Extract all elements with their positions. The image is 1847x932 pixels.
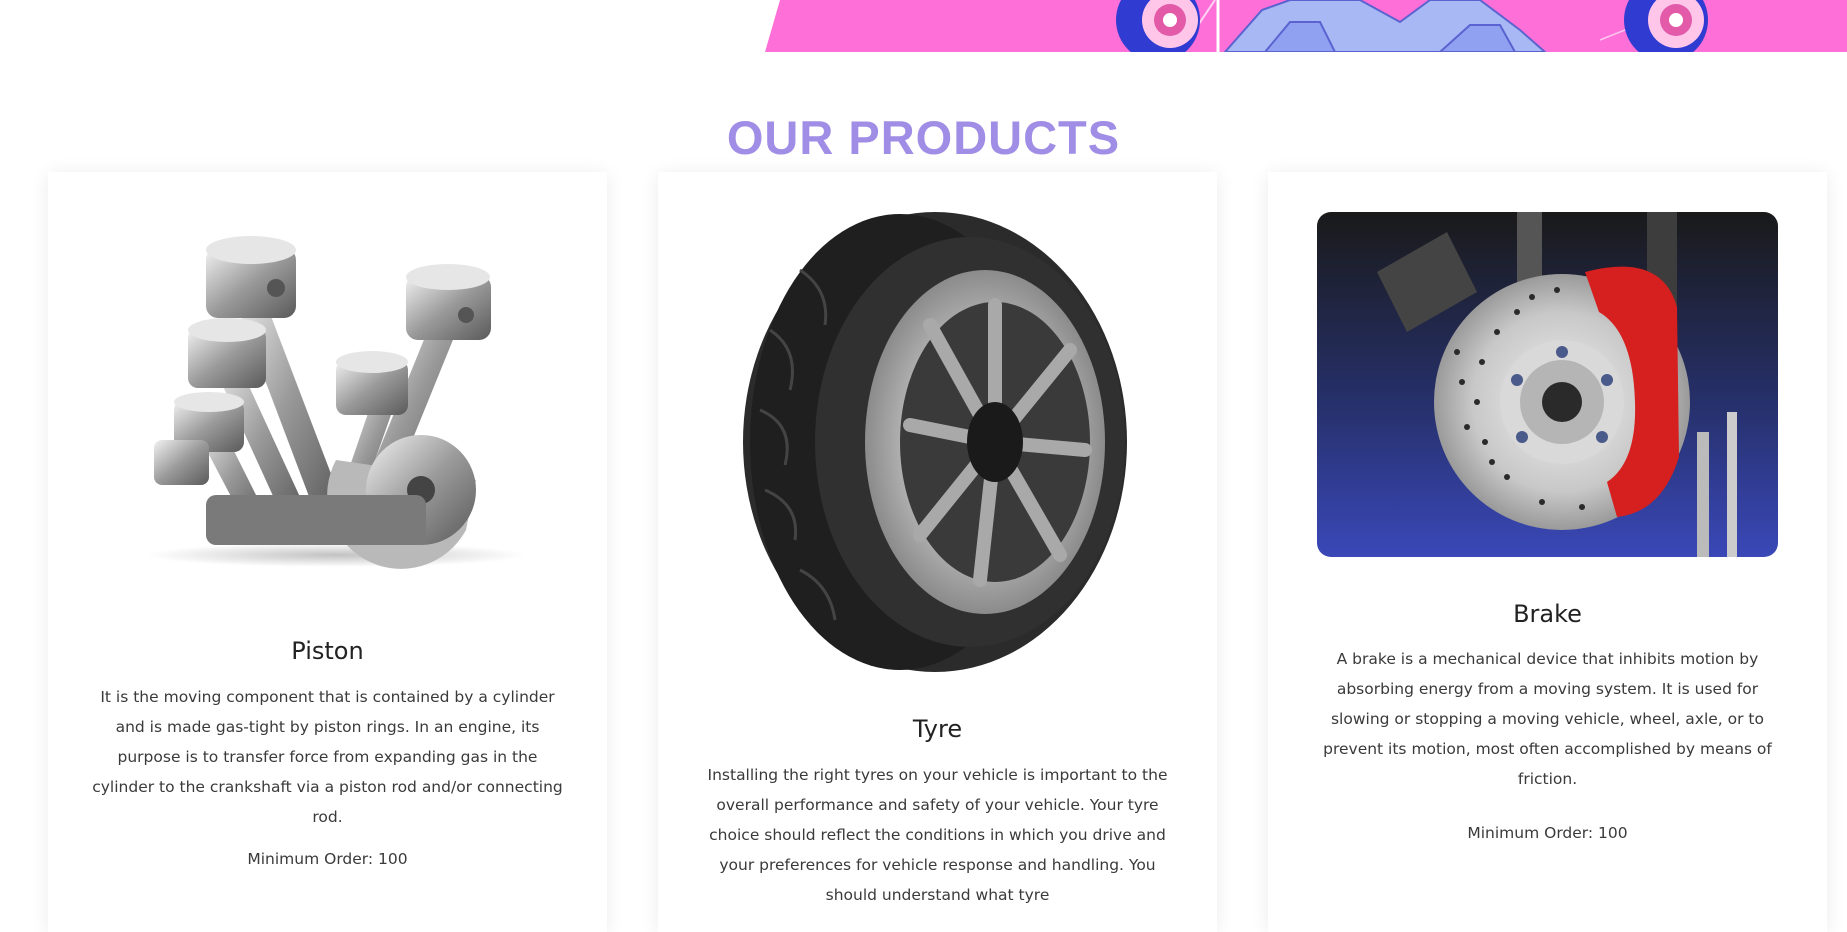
tyre-image	[740, 210, 1130, 675]
section-title: OUR PRODUCTS	[726, 111, 1121, 164]
product-name: Brake	[1513, 600, 1582, 628]
product-card-piston[interactable]: Piston It is the moving component that i…	[48, 172, 607, 932]
minimum-order: Minimum Order: 100	[247, 850, 408, 868]
product-description: A brake is a mechanical device that inhi…	[1323, 650, 1772, 788]
piston-image	[136, 230, 526, 570]
product-name: Tyre	[912, 715, 963, 743]
hero-banner	[0, 0, 1847, 52]
product-card-brake[interactable]: Brake A brake is a mechanical device tha…	[1268, 172, 1827, 932]
product-name: Piston	[291, 637, 364, 665]
product-description: Installing the right tyres on your vehic…	[707, 766, 1168, 904]
minimum-order: Minimum Order: 100	[1467, 824, 1628, 842]
brake-image	[1317, 212, 1778, 557]
product-card-tyre[interactable]: Tyre Installing the right tyres on your …	[658, 172, 1217, 932]
product-description: It is the moving component that is conta…	[92, 688, 563, 826]
